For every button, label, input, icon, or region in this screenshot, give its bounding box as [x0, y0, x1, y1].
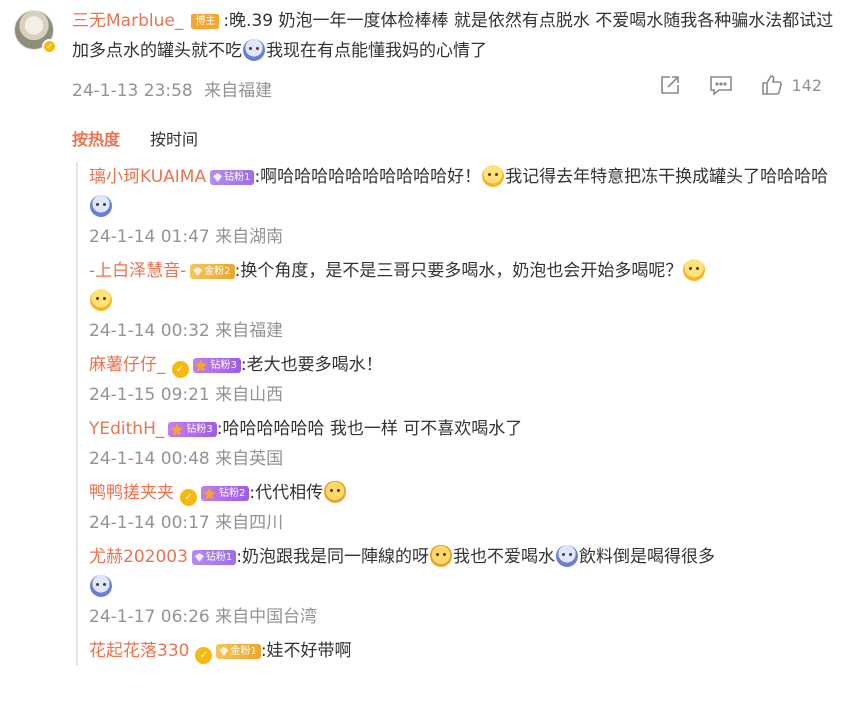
- list-item: 璃小珂KUAIMA 钻粉1:啊哈哈哈哈哈哈哈哈哈哈好！ 我记得去年特意把冻干换成罐头…: [78, 162, 836, 222]
- reply-author[interactable]: -上白泽慧音-: [89, 261, 186, 281]
- reply-location: 来自福建: [215, 321, 284, 341]
- reply-meta: 24-1-14 00:48 来自英国: [78, 444, 836, 474]
- reply-location: 来自中国台湾: [215, 607, 318, 627]
- reply-text: :换个角度，是不是三哥只要多喝水，奶泡也会开始多喝呢？: [234, 261, 683, 281]
- reply-meta: 24-1-15 09:21 来自山西: [78, 380, 836, 410]
- verified-badge-icon: ✓: [195, 647, 213, 664]
- reply-location: 来自湖南: [215, 227, 284, 247]
- reply-list: 璃小珂KUAIMA 钻粉1:啊哈哈哈哈哈哈哈哈哈哈好！ 我记得去年特意把冻干换成罐头…: [76, 162, 836, 666]
- crying-emoji-icon: [556, 545, 579, 567]
- list-item: YEdithH_ 钻粉3:哈哈哈哈哈哈 我也一样 可不喜欢喝水了: [78, 414, 836, 444]
- reply-location: 来自山西: [215, 385, 284, 405]
- reply-text: :代代相传: [249, 483, 324, 503]
- reply-author[interactable]: 璃小珂KUAIMA: [89, 167, 206, 187]
- fan-badge: 钻粉2: [201, 486, 250, 501]
- like-button[interactable]: 142: [761, 74, 822, 96]
- fan-badge: 钻粉1: [210, 170, 255, 185]
- reply-location: 来自四川: [215, 513, 284, 533]
- crying-emoji-icon: [90, 575, 112, 597]
- main-comment: 三无Marblue_ 博主:晚.39 奶泡一年一度体检棒棒 就是依然有点脱水 不爱…: [72, 6, 842, 66]
- thinking-emoji-icon: [683, 259, 706, 281]
- tab-time[interactable]: 按时间: [150, 126, 198, 150]
- reply-text: :哈哈哈哈哈哈 我也一样 可不喜欢喝水了: [216, 419, 523, 439]
- verified-badge-icon: ✓: [180, 489, 197, 506]
- reply-author[interactable]: 鸭鸭搓夹夹: [89, 483, 174, 503]
- reply-date: 24-1-14 01:47: [89, 227, 210, 247]
- thinking-emoji-icon: [90, 289, 112, 311]
- reply-text: :奶泡跟我是同一陣線的呀: [236, 547, 430, 567]
- reply-date: 24-1-14 00:17: [89, 513, 210, 533]
- list-item: 鸭鸭搓夹夹 ✓ 钻粉2:代代相传: [78, 478, 836, 508]
- comment-date: 24-1-13 23:58: [72, 81, 193, 101]
- comment-text-2: 我现在有点能懂我妈的心情了: [266, 41, 487, 61]
- reply-text: :娃不好带啊: [260, 641, 352, 661]
- list-item: 尤赫202003 钻粉1:奶泡跟我是同一陣線的呀 我也不爱喝水 飲料倒是喝得很多: [78, 542, 836, 602]
- crying-emoji-icon: [90, 195, 112, 217]
- author-tag: 博主: [191, 14, 220, 29]
- comment-meta: 24-1-13 23:58 来自福建: [72, 76, 272, 101]
- reply-text-2: 我也不爱喝水: [453, 547, 556, 567]
- thumbs-up-icon: [761, 74, 783, 96]
- share-icon[interactable]: [659, 74, 681, 96]
- like-count: 142: [791, 75, 822, 95]
- reply-meta: 24-1-14 00:32 来自福建: [78, 316, 836, 346]
- reply-author[interactable]: 尤赫202003: [89, 547, 188, 567]
- list-item: -上白泽慧音- 金粉2:换个角度，是不是三哥只要多喝水，奶泡也会开始多喝呢？: [78, 256, 836, 316]
- crying-emoji-icon: [243, 39, 265, 61]
- reply-date: 24-1-14 00:32: [89, 321, 210, 341]
- fan-badge: 金粉2: [190, 264, 235, 279]
- sort-tabs: 按热度 按时间: [72, 126, 198, 150]
- reply-text: :老大也要多喝水！: [240, 355, 383, 375]
- cat-emoji-icon: [324, 481, 347, 503]
- tab-hot[interactable]: 按热度: [72, 126, 120, 150]
- fan-badge: 钻粉1: [191, 550, 237, 565]
- reply-text: :啊哈哈哈哈哈哈哈哈哈哈好！: [254, 167, 482, 187]
- list-item: 麻薯仔仔_ ✓ 钻粉3:老大也要多喝水！: [78, 350, 836, 380]
- list-item: 花起花落330 ✓ 金粉1:娃不好带啊: [78, 636, 836, 666]
- thinking-emoji-icon: [482, 165, 505, 187]
- fan-badge: 钻粉3: [192, 358, 241, 373]
- reply-date: 24-1-17 06:26: [89, 607, 210, 627]
- reply-text-2: 我记得去年特意把冻干换成罐头了哈哈哈哈: [505, 167, 829, 187]
- reply-date: 24-1-14 00:48: [89, 449, 210, 469]
- reply-meta: 24-1-14 00:17 来自四川: [78, 508, 836, 538]
- reply-author[interactable]: YEdithH_: [89, 419, 164, 439]
- comment-author[interactable]: 三无Marblue_: [72, 11, 183, 31]
- reply-date: 24-1-15 09:21: [89, 385, 210, 405]
- comment-actions: 142: [659, 74, 822, 96]
- reply-meta: 24-1-14 01:47 来自湖南: [78, 222, 836, 252]
- fan-badge: 金粉1: [216, 644, 261, 659]
- fan-badge: 钻粉3: [168, 422, 217, 437]
- reply-text-3: 飲料倒是喝得很多: [579, 547, 716, 567]
- comment-location: 来自福建: [204, 81, 273, 101]
- reply-author[interactable]: 花起花落330: [89, 641, 189, 661]
- reply-location: 来自英国: [215, 449, 284, 469]
- comment-icon[interactable]: [709, 74, 733, 96]
- reply-meta: 24-1-17 06:26 来自中国台湾: [78, 602, 836, 632]
- verified-badge-icon: ✓: [42, 39, 57, 54]
- reply-author[interactable]: 麻薯仔仔_: [89, 355, 166, 375]
- verified-badge-icon: ✓: [171, 361, 189, 378]
- cat-emoji-icon: [430, 545, 453, 567]
